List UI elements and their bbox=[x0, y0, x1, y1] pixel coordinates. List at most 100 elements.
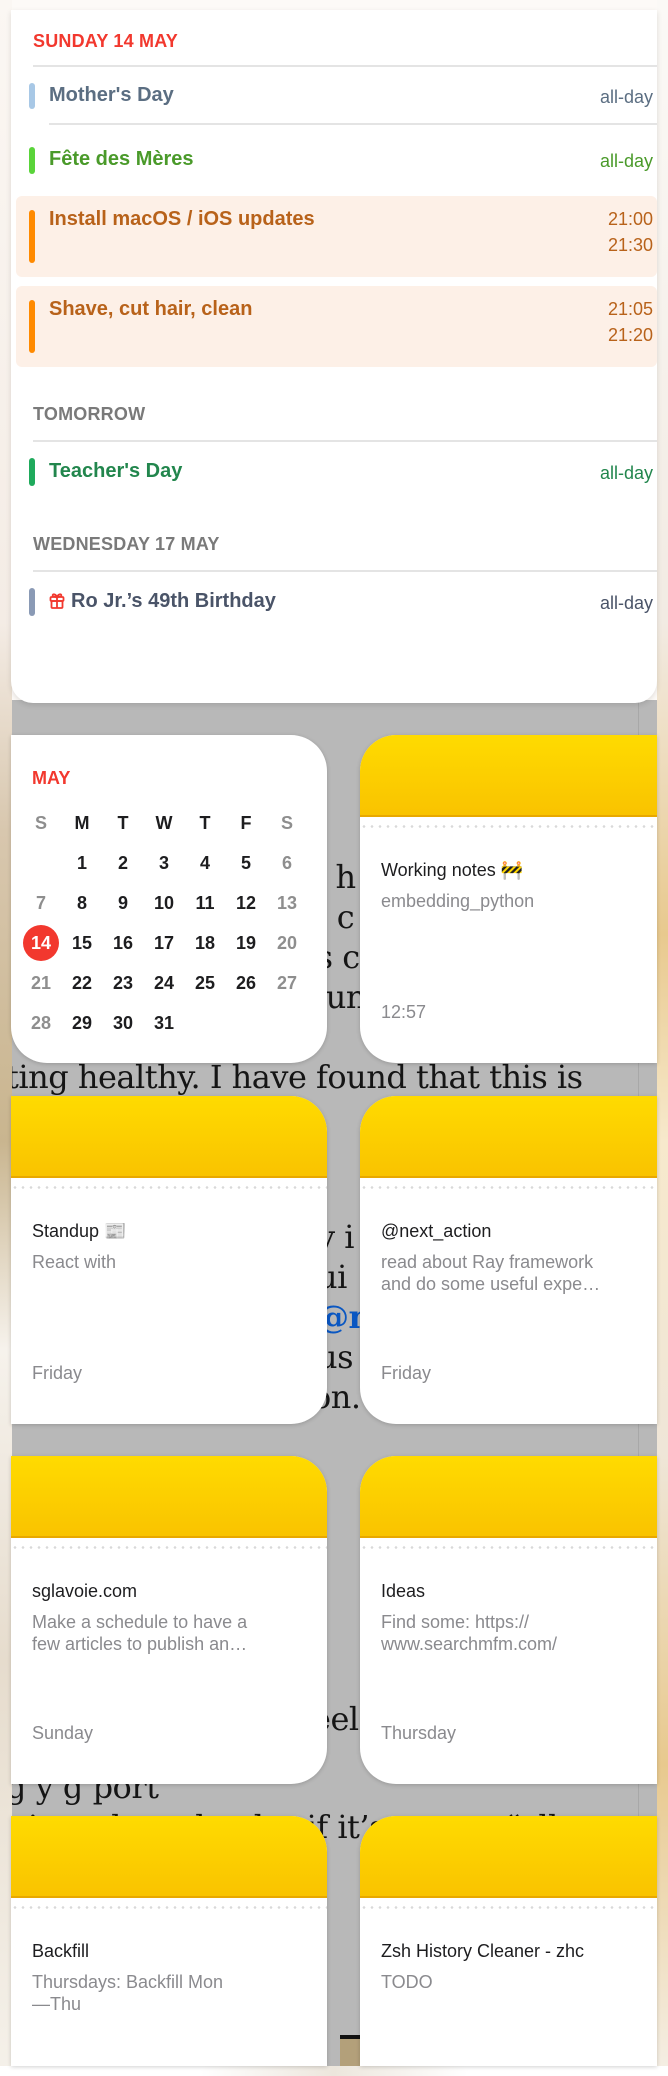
calendar-color-bar bbox=[29, 588, 35, 616]
event-row[interactable]: Teacher's Day all-day bbox=[11, 452, 657, 492]
event-start-time: 21:05 bbox=[607, 299, 653, 319]
event-time: all-day bbox=[599, 463, 653, 483]
calendar-day[interactable]: 8 bbox=[62, 885, 102, 921]
weekday-label: F bbox=[240, 813, 252, 833]
calendar-day[interactable]: 15 bbox=[62, 925, 102, 961]
note-preview: Make a schedule to have a few articles t… bbox=[32, 1612, 248, 1654]
event-end-time: 21:20 bbox=[607, 325, 653, 345]
note-widget[interactable]: @next_action read about Ray framework an… bbox=[360, 1096, 657, 1424]
calendar-day[interactable]: 12 bbox=[226, 885, 266, 921]
divider bbox=[49, 123, 657, 125]
event-row[interactable]: Fête des Mères all-day bbox=[11, 140, 657, 180]
calendar-day[interactable]: 25 bbox=[185, 965, 225, 1001]
note-widget[interactable]: Backfill Thursdays: Backfill Mon —Thu bbox=[11, 1816, 327, 2066]
note-title: Backfill bbox=[32, 1941, 90, 1961]
note-preview: Find some: https:// www.searchmfm.com/ bbox=[381, 1612, 558, 1654]
note-preview: TODO bbox=[381, 1972, 433, 1992]
calendar-day[interactable]: 28 bbox=[21, 1005, 61, 1041]
note-perforation bbox=[360, 1546, 657, 1549]
note-perforation bbox=[11, 1186, 327, 1189]
note-header-bar bbox=[11, 1816, 327, 1898]
calendar-day[interactable]: 1 bbox=[62, 845, 102, 881]
calendar-day[interactable]: 7 bbox=[21, 885, 61, 921]
note-header-bar bbox=[360, 1096, 657, 1178]
calendar-day[interactable]: 31 bbox=[144, 1005, 184, 1041]
calendar-day[interactable]: 5 bbox=[226, 845, 266, 881]
calendar-day[interactable]: 24 bbox=[144, 965, 184, 1001]
note-widget[interactable]: sglavoie.com Make a schedule to have a f… bbox=[11, 1456, 327, 1784]
event-title: Teacher's Day bbox=[49, 460, 183, 482]
event-row[interactable]: Mother's Day all-day bbox=[11, 76, 657, 116]
note-perforation bbox=[11, 1906, 327, 1909]
note-perforation bbox=[360, 1186, 657, 1189]
calendar-color-bar bbox=[29, 210, 35, 263]
note-title: Zsh History Cleaner - zhc bbox=[381, 1941, 585, 1961]
calendar-day[interactable]: 9 bbox=[103, 885, 143, 921]
note-perforation bbox=[11, 1546, 327, 1549]
event-row-highlighted[interactable]: Shave, cut hair, clean 21:05 21:20 bbox=[16, 286, 657, 367]
calendar-day[interactable]: 30 bbox=[103, 1005, 143, 1041]
calendar-day[interactable]: 10 bbox=[144, 885, 184, 921]
calendar-day[interactable]: 2 bbox=[103, 845, 143, 881]
calendar-day[interactable]: 18 bbox=[185, 925, 225, 961]
calendar-events-widget[interactable]: SUNDAY 14 MAY Mother's Day all-day Fête … bbox=[11, 10, 657, 703]
calendar-day-today[interactable]: 14 bbox=[21, 925, 61, 961]
note-header-bar bbox=[11, 1096, 327, 1178]
note-widget[interactable]: Ideas Find some: https:// www.searchmfm.… bbox=[360, 1456, 657, 1784]
calendar-color-bar bbox=[29, 83, 35, 109]
note-date: Thursday bbox=[381, 1723, 457, 1743]
day-header-today: SUNDAY 14 MAY bbox=[33, 31, 179, 51]
weekday-label: S bbox=[34, 813, 47, 833]
note-widget[interactable]: Zsh History Cleaner - zhc TODO bbox=[360, 1816, 657, 2066]
note-preview: embedding_python bbox=[381, 891, 535, 911]
calendar-day[interactable]: 16 bbox=[103, 925, 143, 961]
day-header-wednesday: WEDNESDAY 17 MAY bbox=[33, 534, 220, 554]
desktop-backdrop-right bbox=[657, 0, 668, 2076]
calendar-day[interactable]: 3 bbox=[144, 845, 184, 881]
calendar-day[interactable]: 29 bbox=[62, 1005, 102, 1041]
event-title-wrapper: Ro Jr.’s 49th Birthday bbox=[49, 590, 276, 615]
calendar-day[interactable]: 11 bbox=[185, 885, 225, 921]
calendar-day[interactable]: 21 bbox=[21, 965, 61, 1001]
note-perforation bbox=[360, 1906, 657, 1909]
event-end-time: 21:30 bbox=[607, 235, 653, 255]
calendar-day[interactable]: 26 bbox=[226, 965, 266, 1001]
gift-icon bbox=[49, 592, 65, 615]
calendar-month-widget[interactable]: MAY S M T W T F S 1 2 3 4 5 6 7 8 9 10 11 12 13 14 15 16 17 18 19… bbox=[11, 735, 327, 1063]
note-title: Ideas bbox=[381, 1581, 426, 1601]
note-date: Friday bbox=[381, 1363, 432, 1383]
weekday-label: W bbox=[155, 813, 173, 833]
note-widget[interactable]: Working notes 🚧 embedding_python 12:57 bbox=[360, 735, 657, 1063]
calendar-day[interactable]: 27 bbox=[267, 965, 307, 1001]
note-date: 12:57 bbox=[381, 1002, 427, 1022]
event-title: Mother's Day bbox=[49, 84, 174, 106]
divider bbox=[33, 440, 657, 442]
calendar-day[interactable]: 20 bbox=[267, 925, 307, 961]
calendar-day[interactable]: 17 bbox=[144, 925, 184, 961]
event-row[interactable]: Ro Jr.’s 49th Birthday all-day bbox=[11, 582, 657, 622]
calendar-day[interactable]: 13 bbox=[267, 885, 307, 921]
event-time: all-day bbox=[599, 593, 653, 613]
calendar-day[interactable]: 22 bbox=[62, 965, 102, 1001]
event-time: all-day bbox=[599, 151, 653, 171]
divider bbox=[33, 570, 657, 572]
note-header-bar bbox=[360, 735, 657, 817]
background-text: ting healthy. I have found that this is bbox=[12, 1058, 583, 1096]
note-widget[interactable]: Standup 📰 React with Friday bbox=[11, 1096, 327, 1424]
calendar-day[interactable]: 6 bbox=[267, 845, 307, 881]
note-title: Standup 📰 bbox=[32, 1221, 127, 1241]
calendar-day[interactable]: 4 bbox=[185, 845, 225, 881]
event-row-highlighted[interactable]: Install macOS / iOS updates 21:00 21:30 bbox=[16, 196, 657, 277]
event-start-time: 21:00 bbox=[607, 209, 653, 229]
calendar-day[interactable]: 23 bbox=[103, 965, 143, 1001]
note-header-bar bbox=[360, 1456, 657, 1538]
calendar-color-bar bbox=[29, 147, 35, 174]
note-preview: read about Ray framework and do some use… bbox=[381, 1252, 601, 1294]
divider bbox=[33, 65, 657, 67]
weekday-label: T bbox=[117, 813, 129, 833]
calendar-day[interactable]: 19 bbox=[226, 925, 266, 961]
event-title: Install macOS / iOS updates bbox=[49, 208, 315, 230]
note-date: Sunday bbox=[32, 1723, 94, 1743]
note-title: sglavoie.com bbox=[32, 1581, 138, 1601]
month-label: MAY bbox=[32, 768, 71, 788]
